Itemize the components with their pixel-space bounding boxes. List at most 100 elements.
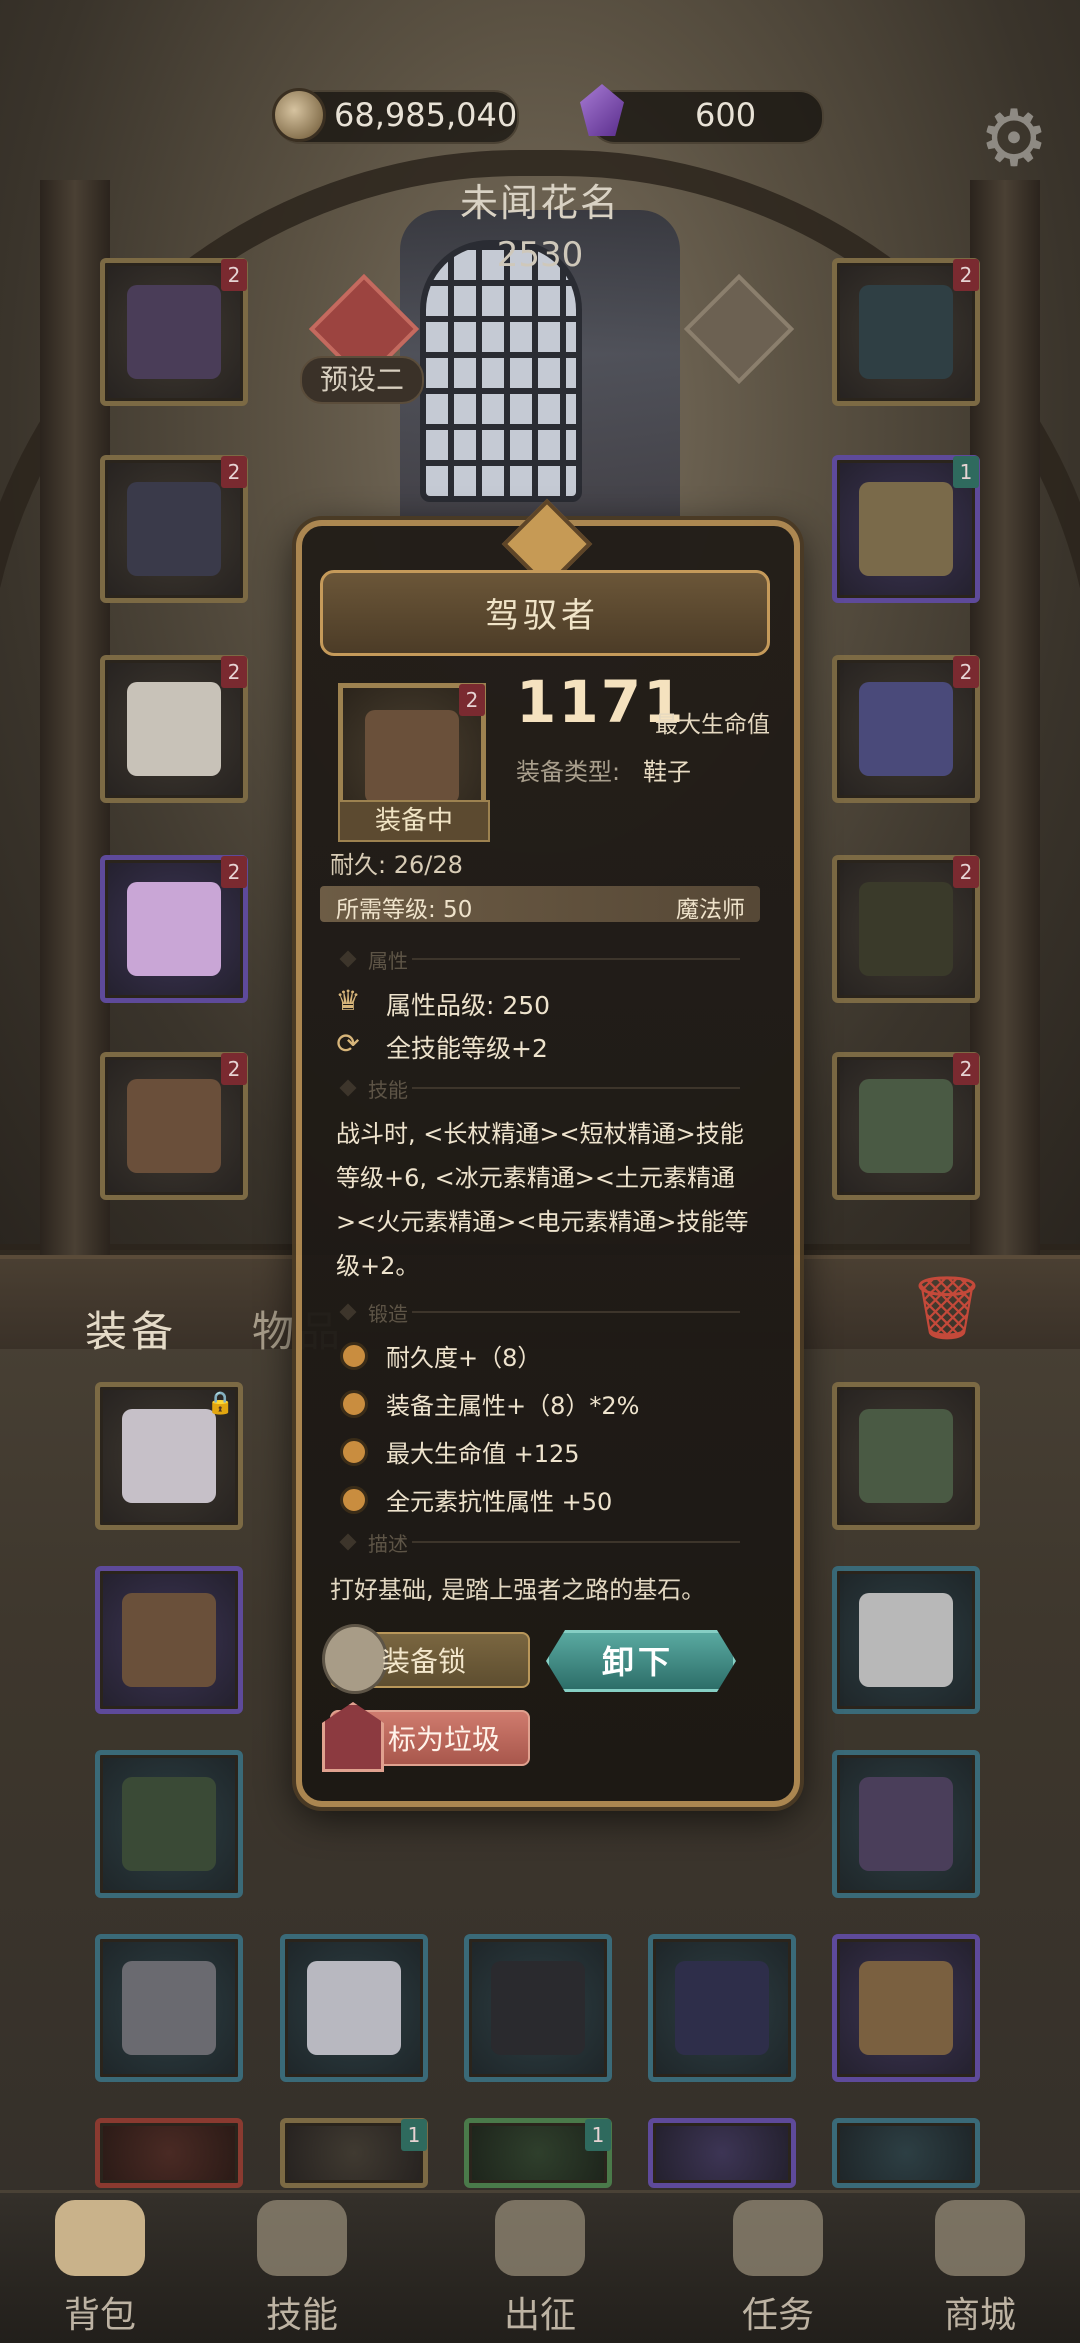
- inventory-slot[interactable]: [95, 1934, 243, 2082]
- nav-label: 技能: [265, 2295, 338, 2336]
- crown-icon: ♛: [335, 984, 361, 1017]
- item-level-badge: 2: [953, 1053, 979, 1085]
- inventory-slot[interactable]: [832, 1382, 980, 1530]
- item-level-badge: 1: [401, 2119, 427, 2151]
- item-description: 打好基础, 是踏上强者之路的基石。: [330, 1576, 706, 1604]
- inventory-slot[interactable]: [95, 2118, 243, 2188]
- cage-helmet-art: [420, 240, 582, 502]
- item-level-badge: 2: [221, 456, 247, 488]
- main-stat-label: 最大生命值: [655, 712, 770, 738]
- mark-junk-label: 标为垃圾: [388, 1723, 501, 1756]
- ring-icon: [122, 1961, 216, 2055]
- section-forge: 锻造: [320, 1300, 760, 1326]
- hero-power: 2530: [496, 235, 584, 275]
- quest-icon: [733, 2200, 823, 2276]
- section-attributes: 属性: [320, 947, 760, 973]
- inventory-slot[interactable]: 1: [464, 2118, 612, 2188]
- section-skills: 技能: [320, 1076, 760, 1102]
- slot-weapon[interactable]: 2: [832, 855, 980, 1003]
- staff-icon: [859, 882, 953, 976]
- slot-ring-2[interactable]: 2: [832, 655, 980, 803]
- trash-can-icon[interactable]: 🗑: [908, 1268, 987, 1348]
- nav-shop[interactable]: 商城: [900, 2200, 1060, 2340]
- section-label: 描述: [368, 1532, 408, 1556]
- backpack-icon: [55, 2200, 145, 2276]
- item-level-badge: 1: [953, 456, 979, 488]
- inventory-slot[interactable]: [280, 1934, 428, 2082]
- item-level-badge: 2: [221, 1053, 247, 1085]
- hood-icon: [675, 1961, 769, 2055]
- pants-icon: [127, 882, 221, 976]
- gloves-icon: [307, 1961, 401, 2055]
- skill-book-icon: [257, 2200, 347, 2276]
- required-class: 魔法师: [676, 897, 745, 923]
- slot-amulet[interactable]: 2: [832, 258, 980, 406]
- skill-line: 级+2。: [336, 1252, 420, 1280]
- ring-icon: [859, 482, 953, 576]
- slot-helmet[interactable]: 2: [100, 258, 248, 406]
- slot-pants[interactable]: 2: [100, 855, 248, 1003]
- boots-icon: [365, 710, 459, 804]
- pants-icon: [122, 1409, 216, 1503]
- skill-description: 战斗时, <长杖精通><短杖精通>技能 等级+6, <冰元素精通><土元素精通 …: [336, 1112, 766, 1288]
- required-level: 所需等级: 50: [336, 897, 473, 923]
- nav-battle[interactable]: 出征: [460, 2200, 620, 2340]
- skill-line: 等级+6, <冰元素精通><土元素精通: [336, 1164, 735, 1192]
- nav-label: 任务: [741, 2295, 814, 2336]
- skill-line: 战斗时, <长杖精通><短杖精通>技能: [336, 1120, 744, 1148]
- cloak-icon: [859, 1079, 953, 1173]
- slot-gloves[interactable]: 2: [100, 655, 248, 803]
- battle-banner-icon: [495, 2200, 585, 2276]
- boots-icon: [127, 1079, 221, 1173]
- satchel-icon: [122, 1593, 216, 1687]
- inventory-slot[interactable]: [832, 1566, 980, 1714]
- tab-equipment[interactable]: 装备: [85, 1298, 177, 1359]
- forge-main-stat: 装备主属性+（8）*2%: [386, 1392, 640, 1420]
- boots-icon: [859, 1961, 953, 2055]
- item-level-badge: 2: [221, 656, 247, 688]
- nav-backpack[interactable]: 背包: [20, 2200, 180, 2340]
- inventory-slot[interactable]: [648, 1934, 796, 2082]
- forge-resist: 全元素抗性属性 +50: [386, 1488, 613, 1516]
- cycle-icon: ⟳: [336, 1027, 360, 1060]
- section-label: 技能: [368, 1078, 408, 1102]
- item-level-badge: 2: [221, 259, 247, 291]
- inventory-slot[interactable]: [464, 1934, 612, 2082]
- cloak-icon: [859, 1409, 953, 1503]
- lock-icon: [322, 1624, 388, 1694]
- item-level-badge: 1: [585, 2119, 611, 2151]
- slot-boots[interactable]: 2: [100, 1052, 248, 1200]
- slot-cloak[interactable]: 2: [832, 1052, 980, 1200]
- inventory-slot[interactable]: 1: [280, 2118, 428, 2188]
- hero-name: 未闻花名: [459, 181, 620, 225]
- inventory-slot[interactable]: 🔒: [95, 1382, 243, 1530]
- nav-quests[interactable]: 任务: [698, 2200, 858, 2340]
- section-description: 描述: [320, 1530, 760, 1556]
- item-level-badge: 2: [953, 259, 979, 291]
- unequip-label: 卸下: [601, 1643, 674, 1681]
- nav-skills[interactable]: 技能: [222, 2200, 382, 2340]
- lock-icon: 🔒: [206, 1391, 234, 1416]
- inventory-slot[interactable]: [648, 2118, 796, 2188]
- item-level-badge: 2: [953, 656, 979, 688]
- amulet-icon: [859, 285, 953, 379]
- forge-durability: 耐久度+（8）: [386, 1344, 542, 1372]
- inventory-slot[interactable]: [95, 1750, 243, 1898]
- forge-bullet: [340, 1486, 368, 1514]
- skill-line: ><火元素精通><电元素精通>技能等: [336, 1208, 749, 1236]
- inventory-slot[interactable]: [832, 1750, 980, 1898]
- forge-bullet: [340, 1342, 368, 1370]
- equipped-badge: 装备中: [338, 800, 490, 842]
- nav-label: 背包: [63, 2295, 136, 2336]
- staff-icon: [122, 1777, 216, 1871]
- preset-selector[interactable]: 预设二: [300, 356, 424, 404]
- slot-ring-1[interactable]: 1: [832, 455, 980, 603]
- slot-armor[interactable]: 2: [100, 455, 248, 603]
- inventory-slot[interactable]: [832, 2118, 980, 2188]
- inventory-slot[interactable]: [95, 1566, 243, 1714]
- inventory-slot[interactable]: [832, 1934, 980, 2082]
- settings-gear-icon[interactable]: ⚙: [975, 100, 1053, 178]
- section-label: 属性: [368, 949, 408, 973]
- nav-label: 商城: [943, 2295, 1016, 2336]
- gold-amount: 68,985,040: [334, 96, 518, 134]
